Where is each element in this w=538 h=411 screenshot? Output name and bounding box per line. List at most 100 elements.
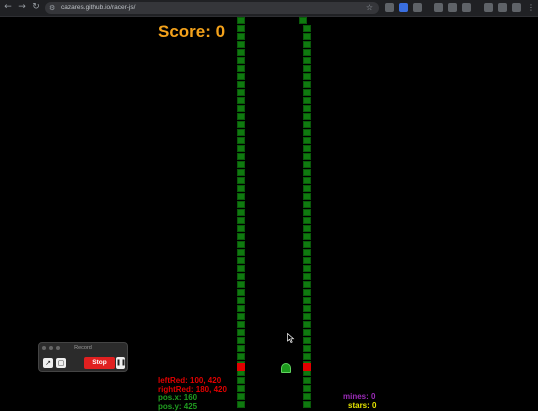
wall-block bbox=[303, 177, 311, 184]
extension-icon[interactable] bbox=[512, 3, 521, 12]
wall-block bbox=[237, 401, 245, 408]
left-red-marker bbox=[237, 363, 245, 371]
wall-block bbox=[237, 25, 245, 32]
wall-block bbox=[237, 129, 245, 136]
wall-block bbox=[237, 233, 245, 240]
wall-block bbox=[303, 33, 311, 40]
wall-block bbox=[237, 33, 245, 40]
wall-block bbox=[237, 393, 245, 400]
wall-block bbox=[237, 121, 245, 128]
wall-block bbox=[303, 89, 311, 96]
wall-block bbox=[303, 169, 311, 176]
wall-block bbox=[303, 393, 311, 400]
extension-icon[interactable] bbox=[385, 3, 394, 12]
wall-block bbox=[237, 177, 245, 184]
stars-counter: stars: 0 bbox=[348, 402, 376, 411]
wall-block bbox=[303, 81, 311, 88]
wall-block bbox=[237, 57, 245, 64]
wall-block bbox=[237, 89, 245, 96]
pen-icon[interactable]: ↗ bbox=[43, 358, 53, 368]
wall-block bbox=[237, 385, 245, 392]
wall-block bbox=[237, 17, 245, 24]
wall-block bbox=[303, 209, 311, 216]
wall-block bbox=[237, 345, 245, 352]
wall-block bbox=[303, 113, 311, 120]
wall-block bbox=[303, 297, 311, 304]
wall-block bbox=[303, 289, 311, 296]
wall-block bbox=[237, 113, 245, 120]
wall-block bbox=[303, 97, 311, 104]
wall-block bbox=[303, 57, 311, 64]
crop-icon[interactable]: ▢ bbox=[56, 358, 66, 368]
right-wall bbox=[303, 25, 311, 410]
extension-icon[interactable] bbox=[413, 3, 422, 12]
wall-block bbox=[303, 145, 311, 152]
extension-icon[interactable] bbox=[434, 3, 443, 12]
download-icon[interactable] bbox=[484, 3, 493, 12]
wall-block bbox=[237, 337, 245, 344]
extension-icon[interactable] bbox=[462, 3, 471, 12]
wall-block bbox=[303, 137, 311, 144]
wall-block bbox=[303, 185, 311, 192]
wall-block bbox=[237, 185, 245, 192]
wall-block bbox=[299, 17, 307, 24]
wall-block bbox=[303, 225, 311, 232]
wall-block bbox=[303, 41, 311, 48]
wall-block bbox=[237, 161, 245, 168]
record-title: Record bbox=[39, 344, 127, 352]
wall-block bbox=[303, 305, 311, 312]
site-info-icon[interactable]: ⚙ bbox=[49, 3, 57, 13]
url-text[interactable]: cazares.github.io/racer-js/ bbox=[61, 2, 135, 14]
wall-block bbox=[303, 25, 311, 32]
wall-block bbox=[303, 121, 311, 128]
extension-icon[interactable] bbox=[399, 3, 408, 12]
wall-block bbox=[237, 225, 245, 232]
wall-block bbox=[237, 97, 245, 104]
stop-button[interactable]: Stop bbox=[84, 357, 115, 369]
wall-block bbox=[303, 249, 311, 256]
wall-block bbox=[303, 281, 311, 288]
star-icon[interactable]: ☆ bbox=[366, 2, 373, 14]
wall-block bbox=[237, 329, 245, 336]
extension-icon[interactable] bbox=[448, 3, 457, 12]
wall-block bbox=[303, 153, 311, 160]
menu-icon[interactable]: ⋮ bbox=[527, 3, 536, 12]
score-display: Score: 0 bbox=[158, 22, 225, 42]
right-red-marker bbox=[303, 363, 311, 371]
wall-block bbox=[237, 201, 245, 208]
pause-button[interactable]: ❚❚ bbox=[116, 357, 125, 369]
wall-block bbox=[237, 209, 245, 216]
mouse-cursor-icon bbox=[287, 333, 295, 343]
wall-block bbox=[237, 49, 245, 56]
wall-block bbox=[237, 81, 245, 88]
wall-block bbox=[237, 41, 245, 48]
wall-block bbox=[303, 193, 311, 200]
arrow-right-icon[interactable]: → bbox=[17, 2, 27, 13]
wall-block bbox=[237, 265, 245, 272]
wall-block bbox=[237, 281, 245, 288]
extension-icon[interactable] bbox=[498, 3, 507, 12]
reload-icon[interactable]: ↻ bbox=[31, 2, 41, 13]
wall-block bbox=[303, 313, 311, 320]
wall-block bbox=[237, 313, 245, 320]
wall-block bbox=[237, 105, 245, 112]
wall-block bbox=[303, 401, 311, 408]
wall-block bbox=[303, 233, 311, 240]
wall-block bbox=[303, 329, 311, 336]
player-car bbox=[281, 363, 291, 373]
address-bar[interactable]: ⚙ cazares.github.io/racer-js/ ☆ bbox=[45, 2, 379, 14]
wall-block bbox=[303, 73, 311, 80]
wall-block bbox=[237, 273, 245, 280]
wall-block bbox=[237, 193, 245, 200]
wall-block bbox=[303, 385, 311, 392]
wall-block bbox=[237, 305, 245, 312]
browser-toolbar: ← → ↻ ⚙ cazares.github.io/racer-js/ ☆ ⋮ bbox=[0, 0, 538, 17]
wall-block bbox=[303, 129, 311, 136]
wall-block bbox=[237, 73, 245, 80]
wall-block bbox=[303, 345, 311, 352]
wall-block bbox=[237, 321, 245, 328]
wall-block bbox=[237, 353, 245, 360]
arrow-left-icon[interactable]: ← bbox=[3, 2, 13, 13]
wall-block bbox=[237, 145, 245, 152]
wall-block bbox=[303, 217, 311, 224]
